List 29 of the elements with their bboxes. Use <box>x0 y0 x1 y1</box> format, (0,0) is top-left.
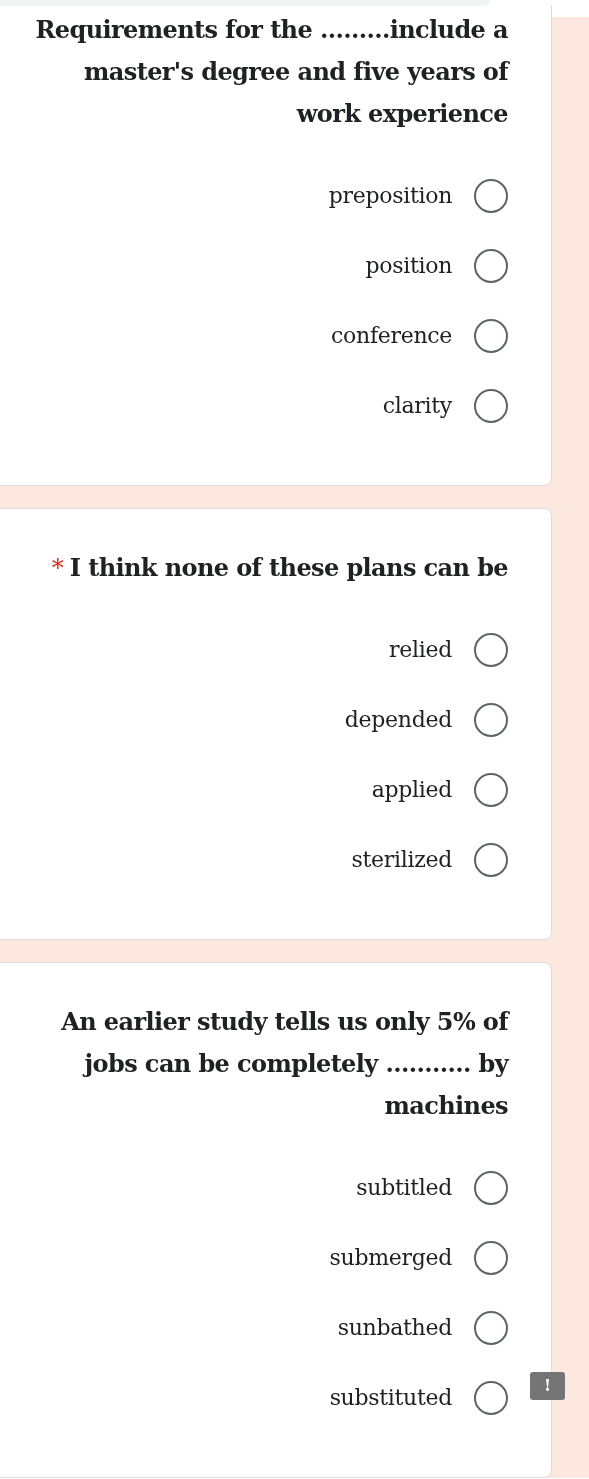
question-text: Requirements for the .........include a master's degree and five years of work experience <box>34 14 508 130</box>
option-label: position <box>365 252 452 280</box>
radio-button[interactable] <box>474 633 508 667</box>
radio-button[interactable] <box>474 773 508 807</box>
question-text: An earlier study tells us only 5% of jobs can be completely ........... by machines <box>60 1006 508 1122</box>
radio-button[interactable] <box>474 319 508 353</box>
option-label: submerged <box>329 1244 452 1272</box>
radio-button[interactable] <box>474 179 508 213</box>
option-label: preposition <box>328 182 452 210</box>
radio-button[interactable] <box>474 1311 508 1345</box>
radio-button[interactable] <box>474 249 508 283</box>
option-label: sterilized <box>351 846 452 874</box>
radio-button[interactable] <box>474 1241 508 1275</box>
radio-button[interactable] <box>474 1381 508 1415</box>
radio-button[interactable] <box>474 1171 508 1205</box>
feedback-button[interactable]: ! <box>530 1372 565 1400</box>
question-text: I think none of these plans can be <box>69 552 508 584</box>
radio-button[interactable] <box>474 843 508 877</box>
option-label: applied <box>371 776 452 804</box>
radio-button[interactable] <box>474 389 508 423</box>
option-label: clarity <box>382 392 452 420</box>
required-asterisk: * <box>51 553 64 584</box>
option-label: sunbathed <box>337 1314 452 1342</box>
option-label: subtitled <box>356 1174 452 1202</box>
option-label: relied <box>389 636 452 664</box>
option-label: substituted <box>329 1384 452 1412</box>
option-label: conference <box>331 322 452 350</box>
radio-button[interactable] <box>474 703 508 737</box>
option-label: depended <box>344 706 452 734</box>
